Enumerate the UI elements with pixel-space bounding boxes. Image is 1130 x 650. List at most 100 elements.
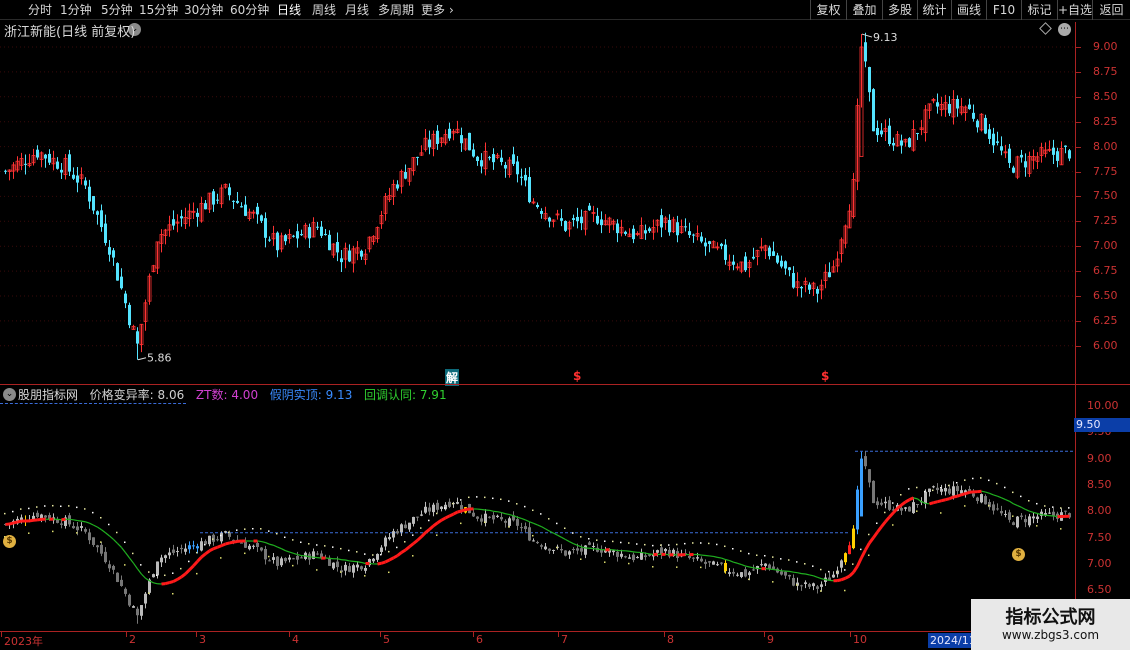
- ind-body: [908, 506, 911, 512]
- candle-body: [44, 154, 47, 159]
- timeframe-tab[interactable]: 30分钟: [184, 1, 223, 19]
- ma-segment: [1013, 503, 1018, 507]
- ind-body: [864, 456, 867, 467]
- date-tick: [126, 632, 127, 637]
- collapse-icon[interactable]: ⌄: [3, 388, 16, 401]
- ind-body: [976, 497, 979, 502]
- ind-body: [264, 549, 267, 560]
- toolbar-button[interactable]: 统计: [917, 0, 951, 20]
- panel-separator: [0, 384, 1130, 385]
- timeframe-tab[interactable]: 更多: [421, 1, 445, 19]
- envelope-dot: [732, 547, 734, 550]
- ind-body: [248, 545, 251, 550]
- timeframe-tab[interactable]: 15分钟: [139, 1, 178, 19]
- envelope-dot: [612, 540, 614, 543]
- timeframe-tab[interactable]: 60分钟: [230, 1, 269, 19]
- ma-segment: [377, 561, 382, 566]
- ind-body: [448, 501, 451, 507]
- ma-segment: [384, 558, 391, 564]
- toolbar-button[interactable]: 多股: [882, 0, 917, 20]
- toolbar-button[interactable]: 画线: [951, 0, 986, 20]
- envelope-dot: [300, 541, 302, 544]
- ma-segment: [29, 518, 34, 523]
- ma-segment: [97, 526, 102, 531]
- chevron-right-icon[interactable]: ›: [449, 1, 454, 19]
- envelope-dot: [220, 557, 222, 559]
- candle-body: [104, 223, 107, 243]
- envelope-dot: [1036, 525, 1038, 527]
- toolbar-button[interactable]: 返回: [1092, 0, 1130, 20]
- ind-body: [388, 537, 391, 540]
- candle-body: [68, 154, 71, 172]
- dividend-marker[interactable]: $: [573, 369, 581, 383]
- candle-body: [476, 156, 479, 161]
- ma-segment: [277, 546, 282, 550]
- ma-segment: [717, 556, 722, 559]
- ma-segment: [489, 509, 494, 512]
- envelope-dot: [348, 549, 350, 552]
- ind-body: [500, 517, 503, 520]
- candle-body: [244, 204, 247, 216]
- ind-body: [384, 537, 387, 547]
- envelope-dot: [124, 541, 126, 544]
- envelope-dot: [124, 564, 126, 566]
- envelope-dot: [660, 544, 662, 546]
- dividend-marker[interactable]: $: [821, 369, 829, 383]
- toolbar-button[interactable]: +自选: [1057, 0, 1092, 20]
- ind-body: [1048, 512, 1051, 514]
- envelope-dot: [572, 532, 574, 534]
- ma-segment: [697, 553, 702, 556]
- ind-body: [792, 577, 795, 586]
- envelope-dot: [132, 552, 134, 555]
- ind-body: [504, 520, 507, 523]
- timeframe-tab[interactable]: 周线: [312, 1, 336, 19]
- candle-body: [324, 233, 327, 235]
- ind-body: [816, 586, 819, 589]
- ma-segment: [1005, 498, 1010, 502]
- toolbar-button[interactable]: 标记: [1021, 0, 1057, 20]
- ma-segment: [1025, 508, 1030, 512]
- ma-segment: [257, 540, 262, 543]
- ind-body: [740, 572, 743, 577]
- ma-segment: [145, 577, 150, 582]
- ma-segment: [941, 498, 946, 503]
- ma-segment: [265, 542, 270, 545]
- envelope-dot: [548, 518, 550, 520]
- candle-body: [588, 205, 591, 211]
- toolbar-button[interactable]: 叠加: [846, 0, 882, 20]
- ind-body: [764, 563, 767, 566]
- envelope-dot: [380, 553, 382, 556]
- ind-body: [716, 564, 719, 566]
- toolbar-button[interactable]: 复权: [810, 0, 846, 20]
- timeframe-tab[interactable]: 1分钟: [60, 1, 92, 19]
- ma-segment: [192, 560, 199, 567]
- candle-body: [872, 89, 875, 132]
- ma-segment: [888, 511, 895, 518]
- candle-body: [688, 231, 691, 236]
- envelope-dot: [196, 551, 198, 554]
- money-bag-icon[interactable]: $: [1012, 548, 1025, 561]
- timeframe-tab[interactable]: 5分钟: [101, 1, 133, 19]
- timeframe-tab[interactable]: 日线: [277, 1, 301, 19]
- envelope-dot: [100, 541, 102, 543]
- ind-body: [184, 548, 187, 552]
- money-bag-icon[interactable]: $: [3, 535, 16, 548]
- ma-segment: [749, 566, 754, 569]
- envelope-dot: [956, 481, 958, 484]
- main-price-chart[interactable]: 9.13 5.86: [0, 22, 1076, 382]
- timeframe-tab[interactable]: 多周期: [378, 1, 414, 19]
- candle-body: [516, 161, 519, 175]
- y-tick-label: 7.00: [1093, 239, 1118, 253]
- ind-body: [392, 531, 395, 538]
- ind-body: [204, 541, 207, 545]
- toolbar-button[interactable]: F10: [986, 0, 1021, 20]
- date-tick: [196, 632, 197, 637]
- ind-body: [548, 548, 551, 551]
- timeframe-tab[interactable]: 月线: [345, 1, 369, 19]
- ind-body: [60, 523, 63, 525]
- ma-segment: [629, 550, 634, 553]
- ind-body: [812, 583, 815, 587]
- timeframe-tab[interactable]: 分时: [28, 1, 52, 19]
- indicator-chart[interactable]: [0, 405, 1076, 630]
- ma-segment: [848, 571, 855, 578]
